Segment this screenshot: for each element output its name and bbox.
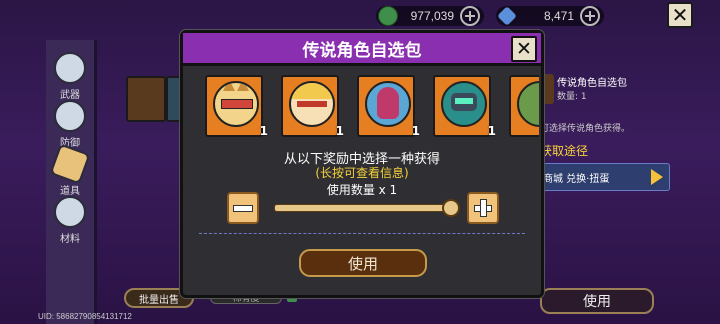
- character-option[interactable]: 1: [433, 75, 496, 137]
- close-icon: ✕: [516, 38, 532, 60]
- source-title: 获取途径: [540, 144, 589, 158]
- fox-goggles-portrait: [213, 81, 259, 127]
- character-option[interactable]: 1: [357, 75, 420, 137]
- play-arrow-icon: [651, 169, 663, 185]
- gem-counter: 8,471: [496, 6, 604, 26]
- source-entry[interactable]: 商城 兑换·扭蛋: [540, 163, 670, 191]
- item-name: 传说角色自选包: [557, 78, 627, 89]
- blonde-hero-portrait: [289, 81, 335, 127]
- character-option[interactable]: 1: [205, 75, 268, 137]
- use-button-label: 使用: [347, 254, 378, 273]
- weapon-icon: [54, 52, 86, 84]
- character-qty: 1: [259, 124, 268, 137]
- character-qty: 1: [411, 124, 420, 137]
- item-description: 可选择传说角色获得。: [540, 124, 631, 134]
- divider: [199, 233, 525, 234]
- gem-value: 8,471: [543, 9, 574, 23]
- minus-icon: [233, 204, 253, 212]
- slider-handle[interactable]: [442, 199, 460, 217]
- add-gems-button[interactable]: [580, 6, 600, 26]
- user-id: UID: 58682790854131712: [38, 312, 132, 321]
- inventory-slot[interactable]: [126, 76, 166, 122]
- ticket-icon: [49, 143, 91, 185]
- sidebar-item-items[interactable]: 道具: [46, 143, 94, 197]
- item-count: 数量: 1: [557, 92, 587, 102]
- dialog-title: 传说角色自选包: [183, 33, 541, 66]
- robot-green-portrait: [441, 81, 487, 127]
- sidebar-item-materials[interactable]: 材料: [46, 196, 94, 245]
- source-entry-label: 商城 兑换·扭蛋: [543, 173, 610, 185]
- hint-text: (长按可查看信息): [315, 166, 409, 180]
- coin-counter: 977,039: [376, 6, 484, 26]
- sidebar-item-label: 材料: [60, 234, 80, 245]
- increase-button[interactable]: [467, 192, 499, 224]
- choice-pack-dialog: 传说角色自选包 ✕ 1 1 1 1 从以下奖励中选择一种获得 (长按可查看信息)…: [180, 30, 544, 298]
- shield-gear-icon: [54, 100, 86, 132]
- coin-value: 977,039: [410, 9, 454, 23]
- close-icon[interactable]: ✕: [667, 2, 693, 28]
- character-qty: 1: [487, 124, 496, 137]
- sidebar-item-defense[interactable]: 防御: [46, 100, 94, 149]
- dialog-close-button[interactable]: ✕: [511, 36, 537, 62]
- coin-stack-icon: [378, 6, 398, 26]
- add-coins-button[interactable]: [460, 6, 480, 26]
- decrease-button[interactable]: [227, 192, 259, 224]
- red-hood-portrait: [365, 81, 411, 127]
- character-qty: 1: [335, 124, 344, 137]
- quantity-slider[interactable]: [274, 199, 460, 217]
- partial-character-portrait: [517, 81, 539, 127]
- background-use-button[interactable]: 使用: [540, 288, 654, 314]
- puzzle-icon: [54, 196, 86, 228]
- character-option[interactable]: 1: [281, 75, 344, 137]
- dialog-title-text: 传说角色自选包: [302, 40, 422, 61]
- character-list: 1 1 1 1: [203, 75, 539, 137]
- character-option[interactable]: [509, 75, 539, 137]
- plus-icon: [474, 199, 492, 217]
- sidebar-item-weapons[interactable]: 武器: [46, 52, 94, 101]
- use-button[interactable]: 使用: [299, 249, 427, 277]
- sidebar: 武器 防御 道具 材料: [46, 40, 97, 324]
